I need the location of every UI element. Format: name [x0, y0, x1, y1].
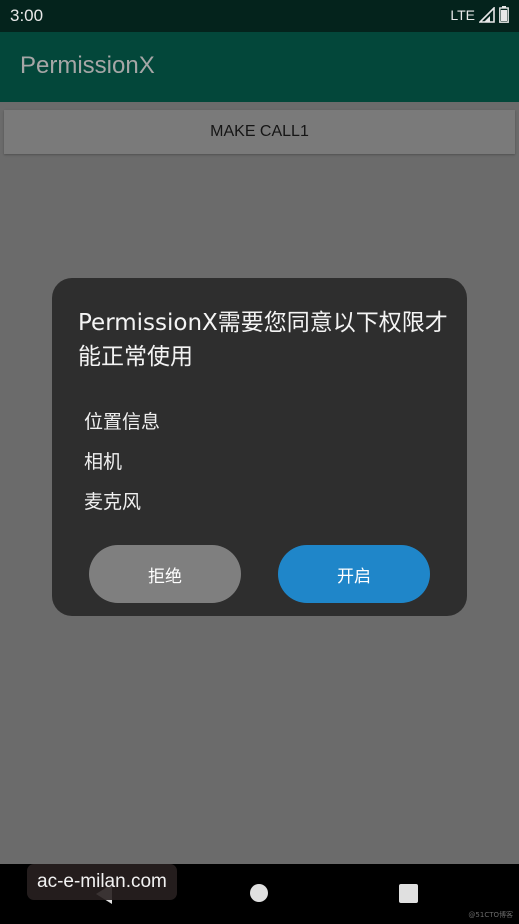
permission-item-camera: 相机	[84, 451, 123, 473]
permission-list: 位置信息 相机 麦克风	[84, 402, 160, 522]
corner-watermark: @51CTO博客	[468, 911, 513, 919]
status-time: 3:00	[10, 6, 44, 25]
permission-item-microphone: 麦克风	[84, 491, 142, 513]
make-call-button[interactable]: MAKE CALL1	[4, 110, 515, 154]
signal-icon	[479, 6, 495, 23]
recents-icon[interactable]	[399, 884, 418, 903]
app-title: PermissionX	[20, 52, 155, 79]
permission-item-location: 位置信息	[84, 411, 161, 433]
home-icon[interactable]	[250, 884, 268, 902]
allow-button[interactable]: 开启	[278, 545, 430, 603]
app-bar: PermissionX	[0, 32, 519, 102]
battery-icon	[499, 6, 509, 23]
dialog-title: PermissionX需要您同意以下权限才能正常使用	[78, 310, 448, 370]
network-type: LTE	[450, 6, 475, 23]
status-bar: 3:00 LTE	[0, 0, 519, 32]
deny-button[interactable]: 拒绝	[89, 545, 241, 603]
watermark: ac-e-milan.com	[27, 864, 177, 900]
status-icons: LTE	[450, 6, 509, 23]
permission-dialog: PermissionX需要您同意以下权限才能正常使用 位置信息 相机 麦克风 拒…	[52, 278, 467, 616]
